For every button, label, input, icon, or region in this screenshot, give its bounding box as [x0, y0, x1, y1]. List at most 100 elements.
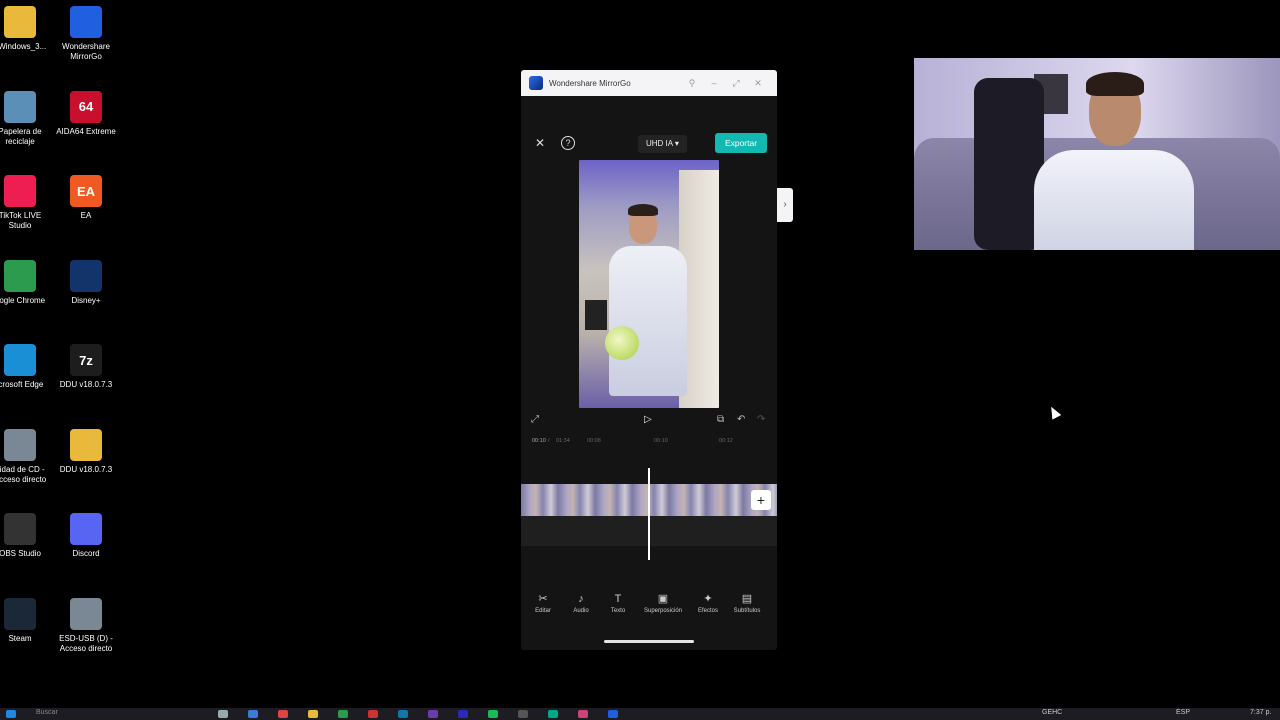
- pin-icon[interactable]: ⚲: [681, 78, 703, 89]
- taskbar-app-icon[interactable]: [278, 710, 288, 718]
- add-clip-button[interactable]: +: [751, 490, 771, 510]
- webcam-feed: [914, 58, 1280, 250]
- window-titlebar[interactable]: Wondershare MirrorGo ⚲ – ⤢ ✕: [521, 70, 777, 96]
- ruler-tick: 00:08: [587, 438, 601, 444]
- 7z-icon: 7z: [70, 344, 102, 376]
- help-icon[interactable]: ?: [561, 136, 575, 150]
- desktop-icon-label: TikTok LIVE Studio: [0, 211, 42, 230]
- desktop-icon-label: DDU v18.0.7.3: [59, 464, 113, 474]
- taskbar-app-icon[interactable]: [608, 710, 618, 718]
- taskbar-app-icon[interactable]: [248, 710, 258, 718]
- quality-dropdown[interactable]: UHD IA ▾: [638, 135, 687, 153]
- desktop-icon[interactable]: nidad de CD - Acceso directo: [0, 423, 52, 503]
- desktop-icon-label: Papelera de reciclaje: [0, 126, 42, 146]
- folder-icon: [70, 428, 102, 461]
- language-indicator[interactable]: ESP: [1176, 709, 1190, 716]
- desktop-icon-label: AIDA64 Extreme: [56, 126, 116, 136]
- desktop-icon[interactable]: TikTok LIVE Studio: [0, 169, 52, 249]
- desktop-icon[interactable]: Wondershare MirrorGo: [54, 0, 118, 80]
- desktop-icon[interactable]: icrosoft Edge: [0, 338, 52, 418]
- taskbar-app-icon[interactable]: [398, 710, 408, 718]
- desktop-icon[interactable]: 7z DDU v18.0.7.3: [54, 338, 118, 418]
- obs-icon: [4, 513, 36, 545]
- side-panel-arrow-icon[interactable]: ›: [777, 188, 793, 222]
- time-ruler: 00:10 / 01:34 00:08 00:10 00:12: [521, 438, 777, 448]
- taskbar-app-icon[interactable]: [308, 710, 318, 718]
- disney-icon: [70, 259, 102, 292]
- desktop-icon[interactable]: EA EA: [54, 169, 118, 249]
- close-icon[interactable]: ✕: [747, 78, 769, 89]
- taskbar-app-icon[interactable]: [428, 710, 438, 718]
- desktop-icon-label: Steam: [8, 633, 32, 643]
- desktop-icon[interactable]: Steam: [0, 592, 52, 672]
- fullscreen-icon[interactable]: ⤢: [531, 414, 539, 425]
- compare-icon[interactable]: ⧉: [717, 414, 724, 425]
- playback-controls: ⤢ ▷ ⧉ ↶ ↷: [521, 414, 777, 428]
- desktop-icon[interactable]: DDU v18.0.7.3: [54, 423, 118, 503]
- export-button[interactable]: Exportar: [715, 133, 767, 153]
- desktop-icon-label: Discord: [72, 549, 100, 558]
- redo-icon[interactable]: ↷: [757, 414, 765, 425]
- steam-icon: [4, 597, 36, 630]
- phone-screen: ✕ ? UHD IA ▾ Exportar ⤢ ▷ ⧉ ↶ ↷ 00:10 / …: [521, 96, 777, 650]
- editor-toolbar: ✂ Editar ♪ Audio T Texto ▣ Superposición ✦ Efecto…: [521, 592, 777, 632]
- desktop-icon[interactable]: Papelera de reciclaje: [0, 85, 52, 165]
- desktop-icon-label: EA: [80, 211, 92, 220]
- preview-ball: [605, 326, 639, 360]
- start-icon[interactable]: [6, 710, 16, 718]
- tool-label: Subtítulos: [733, 608, 761, 614]
- tool-subtítulos[interactable]: ▤ Subtítulos: [725, 592, 769, 614]
- time-current: 00:10: [532, 438, 546, 444]
- desktop-icon-label: ESD-USB (D) - Acceso directo: [59, 633, 113, 653]
- subtitles-icon: ▤: [741, 593, 753, 605]
- quality-label: UHD IA: [646, 139, 673, 148]
- chrome-icon: [4, 259, 36, 292]
- video-preview[interactable]: [579, 160, 719, 408]
- taskbar-app-icon[interactable]: [548, 710, 558, 718]
- discord-icon: [70, 513, 102, 545]
- ruler-tick: 00:12: [719, 438, 733, 444]
- desktop-icon[interactable]: 4Windows_3...: [0, 0, 52, 80]
- ruler-tick: 00:10: [654, 438, 668, 444]
- clock[interactable]: 7:37 p.: [1250, 709, 1271, 716]
- tray-label: GEHC: [1042, 709, 1063, 716]
- minimize-icon[interactable]: –: [703, 78, 725, 88]
- desktop-icon[interactable]: OBS Studio: [0, 507, 52, 587]
- taskbar-app-icon[interactable]: [578, 710, 588, 718]
- desktop-icon-label: 4Windows_3...: [0, 42, 47, 51]
- taskbar-app-icon[interactable]: [368, 710, 378, 718]
- mirrorgo-window[interactable]: Wondershare MirrorGo ⚲ – ⤢ ✕ ✕ ? UHD IA …: [521, 70, 777, 650]
- mirrorgo-logo-icon: [529, 76, 543, 90]
- taskbar-app-icon[interactable]: [518, 710, 528, 718]
- ea-icon: EA: [70, 175, 102, 207]
- undo-icon[interactable]: ↶: [737, 414, 745, 425]
- text-icon: T: [614, 593, 622, 605]
- tool-superposición[interactable]: ▣ Superposición: [641, 592, 685, 614]
- desktop-icon[interactable]: Discord: [54, 507, 118, 587]
- desktop-icon[interactable]: oogle Chrome: [0, 254, 52, 334]
- taskbar-app-icon[interactable]: [458, 710, 468, 718]
- desktop-icon[interactable]: ESD-USB (D) - Acceso directo: [54, 592, 118, 672]
- time-total: 01:34: [556, 438, 570, 444]
- desktop-icon-label: DDU v18.0.7.3: [59, 380, 113, 389]
- home-indicator[interactable]: [604, 640, 694, 643]
- tool-efectos[interactable]: ✦ Efectos: [686, 592, 730, 614]
- aida64-icon: 64: [70, 90, 102, 123]
- taskbar: Buscar GEHC ESP 7:37 p.: [0, 708, 1280, 720]
- editor-close-icon[interactable]: ✕: [535, 136, 545, 150]
- maximize-icon[interactable]: ⤢: [725, 78, 747, 89]
- window-title: Wondershare MirrorGo: [549, 78, 631, 88]
- tool-texto[interactable]: T Texto: [596, 592, 640, 614]
- preview-person-body: [609, 246, 687, 396]
- play-icon[interactable]: ▷: [644, 414, 652, 425]
- taskbar-app-icon[interactable]: [338, 710, 348, 718]
- taskbar-app-icon[interactable]: [488, 710, 498, 718]
- preview-person-hair: [628, 204, 658, 216]
- desktop-icon-label: Disney+: [71, 295, 101, 305]
- taskbar-app-icon[interactable]: [218, 710, 228, 718]
- playhead[interactable]: [648, 468, 650, 560]
- taskbar-search[interactable]: Buscar: [36, 709, 58, 716]
- tiktok-icon: [4, 175, 36, 207]
- desktop-icon[interactable]: Disney+: [54, 254, 118, 334]
- desktop-icon[interactable]: 64 AIDA64 Extreme: [54, 85, 118, 165]
